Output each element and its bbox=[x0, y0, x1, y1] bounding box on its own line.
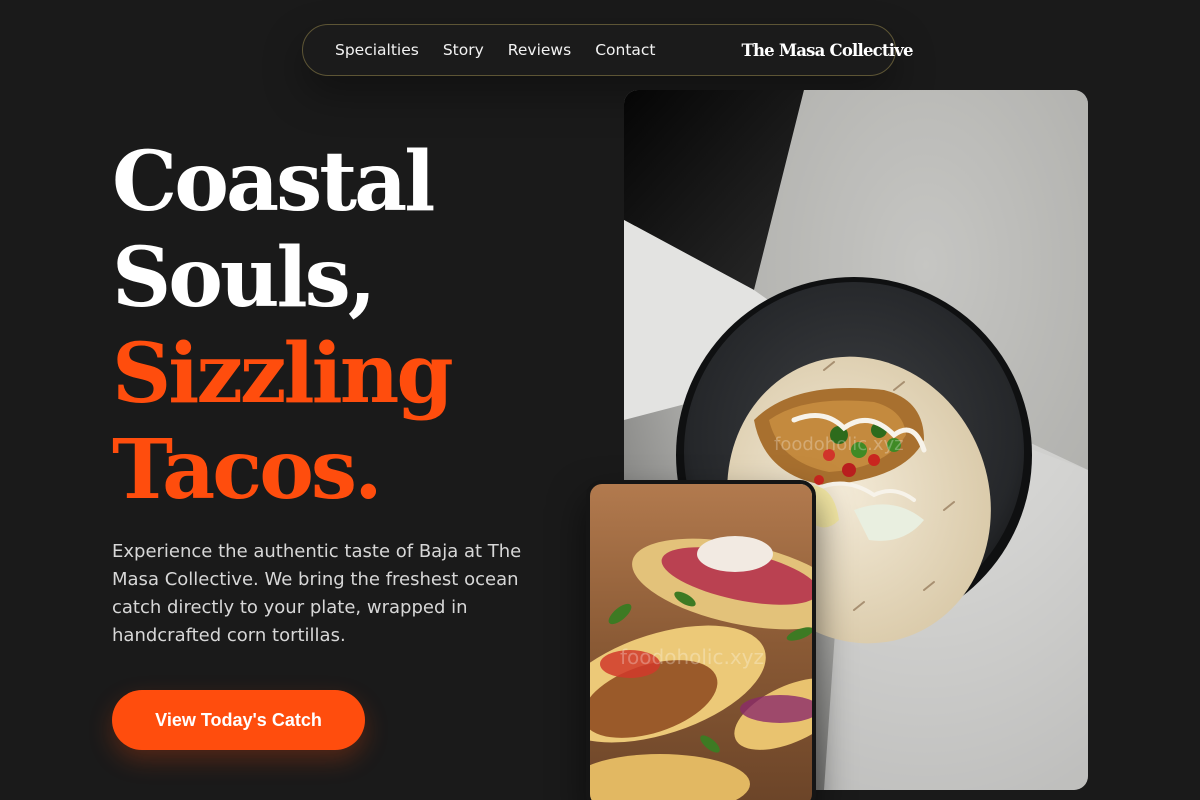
view-todays-catch-button[interactable]: View Today's Catch bbox=[112, 690, 365, 750]
hero-headline: Coastal Souls, Sizzling Tacos. bbox=[112, 134, 454, 518]
headline-accent-line-1: Sizzling bbox=[112, 326, 454, 422]
nav-link-story[interactable]: Story bbox=[443, 41, 484, 59]
small-photo-watermark: foodoholic.xyz bbox=[620, 645, 764, 669]
headline-line-2: Souls, bbox=[112, 230, 376, 326]
top-navigation: Specialties Story Reviews Contact The Ma… bbox=[302, 24, 914, 76]
headline-accent-line-2: Tacos. bbox=[112, 422, 383, 518]
brand-logo[interactable]: The Masa Collective bbox=[742, 41, 914, 60]
large-photo-watermark: foodoholic.xyz bbox=[774, 434, 904, 455]
hero-description: Experience the authentic taste of Baja a… bbox=[112, 541, 522, 646]
nav-link-contact[interactable]: Contact bbox=[595, 41, 655, 59]
taco-closeup-photo: foodoholic.xyz bbox=[586, 480, 816, 800]
nav-link-specialties[interactable]: Specialties bbox=[335, 41, 419, 59]
nav-link-reviews[interactable]: Reviews bbox=[508, 41, 571, 59]
headline-line-1: Coastal bbox=[112, 134, 435, 230]
